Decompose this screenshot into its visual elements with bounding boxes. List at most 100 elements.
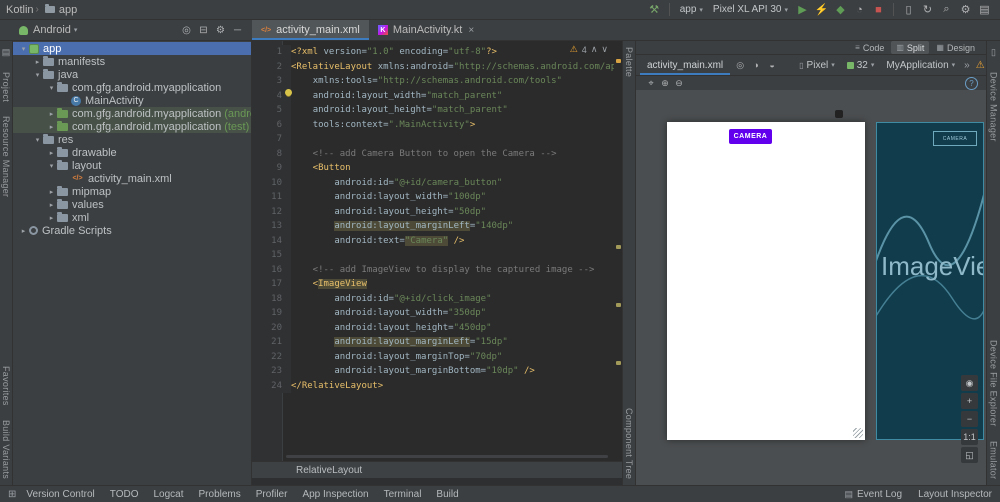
mode-design[interactable]: ▦ Design <box>931 41 980 54</box>
prev-issue-icon[interactable]: ∧ <box>591 44 598 55</box>
tree-row-res[interactable]: ▾ res <box>13 133 251 146</box>
notifications-icon[interactable]: ▤ <box>975 1 994 18</box>
next-issue-icon[interactable]: ∨ <box>601 44 608 55</box>
line-number[interactable]: 7 <box>252 132 291 147</box>
status-problems[interactable]: Problems <box>199 489 241 500</box>
pan-icon[interactable]: ◉ <box>961 375 978 391</box>
editor-tab-activity-main-xml[interactable]: </> activity_main.xml <box>252 20 369 40</box>
line-number[interactable]: 24 <box>252 378 291 393</box>
apply-changes-icon[interactable]: ⚡ <box>812 1 831 18</box>
horizontal-scrollbar[interactable] <box>286 455 608 458</box>
system-ui-icon[interactable]: ◒ <box>764 57 780 74</box>
tool-tab-device-manager[interactable]: Device Manager <box>989 72 999 142</box>
line-number[interactable]: 16 <box>252 262 291 277</box>
tree-row-layout[interactable]: ▾ layout <box>13 159 251 172</box>
status-event-log[interactable]: ▤ Event Log <box>845 489 903 500</box>
line-number[interactable]: 9 <box>252 161 291 176</box>
status-build[interactable]: Build <box>436 489 458 500</box>
mode-code[interactable]: ≡ Code <box>850 41 889 54</box>
zoom-in-icon[interactable]: + <box>961 393 978 409</box>
tree-row-values[interactable]: ▸ values <box>13 198 251 211</box>
tree-row-com-gfg-android-myapplication[interactable]: ▾ com.gfg.android.myapplication <box>13 81 251 94</box>
tool-tab-emulator[interactable]: Emulator <box>989 441 999 479</box>
line-number[interactable]: 21 <box>252 335 291 350</box>
tree-row-gradle-scripts[interactable]: ▸ Gradle Scripts <box>13 224 251 237</box>
panel-options-icon[interactable]: ⚙ <box>212 22 229 39</box>
design-theme-select[interactable]: MyApplication ▾ <box>881 57 960 74</box>
tool-tab-resource-manager[interactable]: Resource Manager <box>1 116 11 197</box>
sync-project-icon[interactable]: ↻ <box>918 1 937 18</box>
line-number[interactable]: 1 <box>252 45 291 60</box>
status-version-control[interactable]: Version Control <box>26 489 94 500</box>
line-number[interactable]: 5 <box>252 103 291 118</box>
line-number[interactable]: 22 <box>252 349 291 364</box>
tree-row-mipmap[interactable]: ▸ mipmap <box>13 185 251 198</box>
settings-gear-icon[interactable]: ⚙ <box>956 1 975 18</box>
tool-tab-device-file-explorer[interactable]: Device File Explorer <box>989 340 999 427</box>
night-mode-icon[interactable]: ◑ <box>748 57 764 74</box>
line-number[interactable]: 19 <box>252 306 291 321</box>
line-number[interactable]: 10 <box>252 175 291 190</box>
tree-row-manifests[interactable]: ▸ manifests <box>13 55 251 68</box>
camera-button-preview[interactable]: CAMERA <box>729 129 772 144</box>
search-everywhere-icon[interactable]: ⌕ <box>937 1 956 18</box>
design-file-tab[interactable]: activity_main.xml <box>640 55 730 75</box>
project-view-selector[interactable]: Android <box>33 24 71 36</box>
project-tree[interactable]: ▾ app ▸ manifests ▾ java ▾ com.gfg.android.myap… <box>13 41 252 485</box>
breadcrumb-module[interactable]: app <box>59 4 77 16</box>
zoom-out-icon[interactable]: − <box>961 411 978 427</box>
tree-row-java[interactable]: ▾ java <box>13 68 251 81</box>
debug-icon[interactable]: ◆ <box>831 1 850 18</box>
device-select[interactable]: Pixel XL API 30 ▾ <box>708 1 793 18</box>
collapse-all-icon[interactable]: ⊟ <box>195 22 212 39</box>
design-device-select[interactable]: ▯ Pixel ▾ <box>794 57 840 74</box>
line-number[interactable]: 3 <box>252 74 291 89</box>
locate-file-icon[interactable]: ◎ <box>178 22 195 39</box>
line-number[interactable]: 11 <box>252 190 291 205</box>
zoom-fit-icon[interactable]: ◱ <box>961 447 978 463</box>
design-device-screen[interactable]: CAMERA <box>667 122 865 440</box>
tree-row-drawable[interactable]: ▸ drawable <box>13 146 251 159</box>
tab-close-icon[interactable]: × <box>468 25 474 36</box>
status-todo[interactable]: TODO <box>110 489 139 500</box>
tree-row-com-gfg-android-myapplication-androidtest[interactable]: ▸ com.gfg.android.myapplication(androidTe… <box>13 107 251 120</box>
tool-tab-component-tree[interactable]: Component Tree <box>624 408 634 479</box>
help-icon[interactable]: ? <box>965 76 978 90</box>
build-hammer-icon[interactable]: ⚒ <box>645 1 664 18</box>
tree-row-mainactivity[interactable]: MainActivity <box>13 94 251 107</box>
status-app-inspection[interactable]: App Inspection <box>302 489 368 500</box>
line-number[interactable]: 17 <box>252 277 291 292</box>
status-layout-inspector[interactable]: Layout Inspector <box>918 489 992 500</box>
code-editor[interactable]: 1 <?xml version="1.0" encoding="utf-8"?> 2… <box>252 41 622 461</box>
line-number[interactable]: 14 <box>252 233 291 248</box>
status-logcat[interactable]: Logcat <box>153 489 183 500</box>
device-manager-icon[interactable]: ▯ <box>899 1 918 18</box>
intention-bulb-icon[interactable] <box>285 89 292 96</box>
pointer-icon[interactable]: ⌖ <box>644 77 658 89</box>
camera-button-blueprint[interactable]: CAMERA <box>933 131 977 146</box>
tree-row-activity-main-xml[interactable]: activity_main.xml <box>13 172 251 185</box>
line-number[interactable]: 8 <box>252 146 291 161</box>
breadcrumb-tag[interactable]: RelativeLayout <box>296 465 362 476</box>
line-number[interactable]: 2 <box>252 59 291 74</box>
tool-tab-project[interactable]: Project <box>1 72 11 102</box>
line-number[interactable]: 20 <box>252 320 291 335</box>
line-number[interactable]: 18 <box>252 291 291 306</box>
status-profiler[interactable]: Profiler <box>256 489 288 500</box>
error-stripe[interactable] <box>615 41 622 461</box>
tool-tab-build-variants[interactable]: Build Variants <box>1 420 11 479</box>
editor-tab-mainactivity-kt[interactable]: K MainActivity.kt × <box>369 20 483 40</box>
line-number[interactable]: 23 <box>252 364 291 379</box>
design-surface[interactable]: CAMERA CAMERA ImageView ◉ + − 1:1 ◱ <box>636 90 986 485</box>
hide-panel-icon[interactable]: ─ <box>229 22 246 39</box>
line-number[interactable]: 13 <box>252 219 291 234</box>
stop-icon[interactable]: ■ <box>869 1 888 18</box>
mode-split[interactable]: ▥ Split <box>891 41 930 54</box>
zoom-in-tool-icon[interactable]: ⊕ <box>658 77 672 89</box>
resize-handle[interactable] <box>853 428 863 438</box>
tree-row-com-gfg-android-myapplication-test[interactable]: ▸ com.gfg.android.myapplication (test) <box>13 120 251 133</box>
design-api-select[interactable]: 32 ▾ <box>842 57 880 74</box>
line-number[interactable]: 15 <box>252 248 291 263</box>
line-number[interactable]: 12 <box>252 204 291 219</box>
overflow-icon[interactable]: » <box>964 60 970 71</box>
